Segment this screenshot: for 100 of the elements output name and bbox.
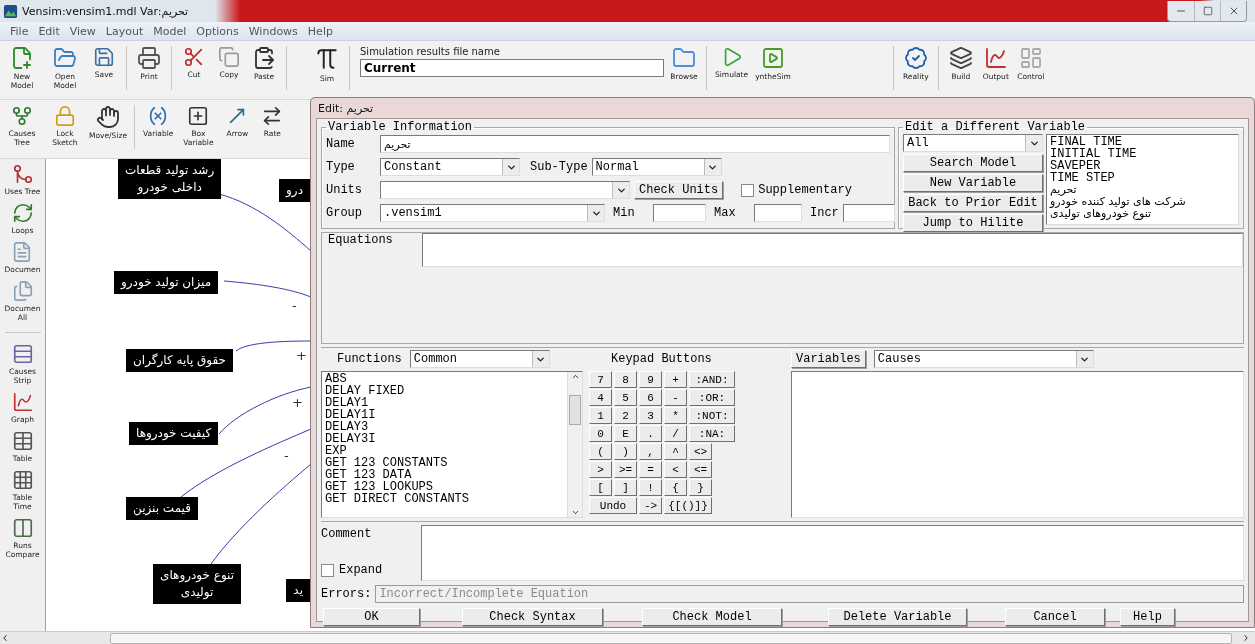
supplementary-checkbox[interactable] [741,183,755,197]
list-scrollbar[interactable] [567,372,582,517]
keypad-key[interactable]: <> [689,443,712,460]
menu-item[interactable]: Help [303,24,337,38]
window-title: Vensim:vensim1.mdl Var:تحریم [22,4,189,18]
function-set-dropdown[interactable]: Common [409,350,550,368]
keypad-key[interactable]: {[()]} [664,497,712,514]
keypad-key[interactable]: = [639,461,662,478]
keypad-key[interactable]: * [664,407,687,424]
check-units-button[interactable]: Check Units [634,181,724,199]
equations-field[interactable] [422,233,1243,267]
list-item[interactable]: TIME STEP [1050,172,1115,184]
keypad-key[interactable]: 1 [589,407,612,424]
keypad-key[interactable]: 3 [639,407,662,424]
keypad-key[interactable]: :NOT: [689,407,735,424]
keypad-key[interactable]: :OR: [689,389,735,406]
list-item[interactable]: DELAY3I [325,433,376,445]
dialog-button[interactable]: Search Model [903,154,1043,172]
menu-item[interactable]: File [6,24,33,38]
keypad-key[interactable]: 0 [589,425,612,442]
dialog-button[interactable]: Cancel [1005,608,1105,626]
keypad-key[interactable]: } [689,479,712,496]
columns-icon [11,517,34,539]
keypad-key[interactable]: :NA: [689,425,735,442]
incr-field[interactable] [842,204,895,222]
list-item[interactable]: GET DIRECT CONSTANTS [325,493,470,505]
min-field[interactable] [653,204,706,222]
variables-dropdown[interactable]: Causes [873,350,1094,368]
expand-checkbox[interactable] [321,563,334,577]
keypad-key[interactable]: > [589,461,612,478]
keypad-key[interactable]: 8 [614,371,637,388]
dialog-button[interactable]: Help [1120,608,1175,626]
keypad-key[interactable]: < [664,461,687,478]
filter-dropdown[interactable]: All [903,134,1043,152]
list-item[interactable]: GET 123 CONSTANTS [325,457,448,469]
keypad-key[interactable]: / [664,425,687,442]
keypad-key[interactable]: -> [639,497,662,514]
dialog-button[interactable]: Check Syntax [462,608,603,626]
keypad-key[interactable]: >= [614,461,637,478]
menu-item[interactable]: Layout [101,24,148,38]
menu-item[interactable]: Options [192,24,243,38]
scrollbar-thumb[interactable] [569,394,581,425]
scrollbar-thumb[interactable] [110,632,1232,644]
keypad-key[interactable]: + [664,371,687,388]
group-dropdown[interactable]: .vensim1 [380,204,605,222]
list-item[interactable]: EXP [325,445,347,457]
keypad-key[interactable]: - [664,389,687,406]
keypad-key[interactable]: 4 [589,389,612,406]
dialog-button[interactable]: Check Model [642,608,782,626]
keypad-key[interactable]: ^ [664,443,687,460]
dialog-button[interactable]: OK [323,608,420,626]
list-item[interactable]: SAVEPER [1050,160,1101,172]
keypad-key[interactable]: ( [589,443,612,460]
units-dropdown[interactable] [380,181,630,199]
keypad-key[interactable]: . [639,425,662,442]
list-item[interactable]: تنوع خودروهای تولیدی [1050,208,1152,220]
menu-item[interactable]: Model [149,24,191,38]
name-field[interactable]: تحریم [380,135,890,153]
max-field[interactable] [754,204,802,222]
keypad-key[interactable]: 2 [614,407,637,424]
list-item[interactable]: DELAY FIXED [325,385,405,397]
keypad-key[interactable]: { [664,479,687,496]
keypad-key[interactable]: ) [614,443,637,460]
variables-button[interactable]: Variables [791,350,866,368]
dialog-button[interactable]: Delete Variable [828,608,967,626]
keypad-key[interactable]: , [639,443,662,460]
menu-item[interactable]: Edit [34,24,64,38]
list-item[interactable]: DELAY1 [325,397,369,409]
menu-item[interactable]: Windows [244,24,302,38]
list-item[interactable]: تحریم [1050,184,1077,196]
dialog-button[interactable]: Back to Prior Edit [903,194,1043,212]
list-item[interactable]: ABS [325,373,347,385]
dialog-button[interactable]: New Variable [903,174,1043,192]
keypad-key[interactable]: [ [589,479,612,496]
keypad-key[interactable]: ] [614,479,637,496]
list-item[interactable]: DELAY3 [325,421,369,433]
list-item[interactable]: DELAY1I [325,409,376,421]
results-file-field[interactable]: Current [360,59,664,77]
list-item[interactable]: GET 123 DATA [325,469,412,481]
subtype-dropdown[interactable]: Normal [591,158,722,176]
keypad-key[interactable]: 9 [639,371,662,388]
comment-field[interactable] [421,525,1244,581]
keypad-key[interactable]: <= [689,461,712,478]
list-item[interactable]: INITIAL TIME [1050,148,1137,160]
menu-item[interactable]: View [65,24,100,38]
keypad-key[interactable]: :AND: [689,371,735,388]
polarity-sign: - [284,449,289,463]
horizontal-scrollbar[interactable] [0,631,1255,644]
variable-label: حقوق پایه کارگران [126,349,234,372]
keypad-key[interactable]: Undo [589,497,637,514]
type-dropdown[interactable]: Constant [380,158,520,176]
dialog-button[interactable]: Jump to Hilite [903,214,1043,232]
list-item[interactable]: شرکت های تولید کننده خودرو [1050,196,1186,208]
keypad-key[interactable]: 6 [639,389,662,406]
keypad-key[interactable]: 5 [614,389,637,406]
list-item[interactable]: GET 123 LOOKUPS [325,481,434,493]
keypad-key[interactable]: 7 [589,371,612,388]
list-item[interactable]: FINAL TIME [1050,136,1122,148]
keypad-key[interactable]: ! [639,479,662,496]
keypad-key[interactable]: E [614,425,637,442]
